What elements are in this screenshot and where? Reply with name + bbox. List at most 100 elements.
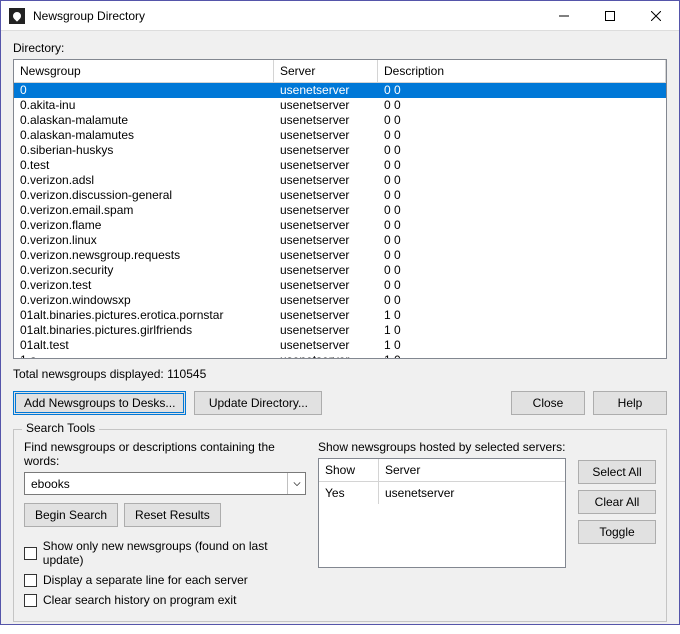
cell-description: 1 0 — [378, 323, 666, 338]
check-new-only[interactable]: Show only new newsgroups (found on last … — [24, 539, 306, 567]
cell-server: usenetserver — [274, 113, 378, 128]
titlebar: Newsgroup Directory — [1, 1, 679, 31]
table-row[interactable]: 1.ausenetserver1 0 — [14, 353, 666, 358]
table-row[interactable]: 0.alaskan-malamuteusenetserver0 0 — [14, 113, 666, 128]
cell-server: usenetserver — [274, 338, 378, 353]
minimize-button[interactable] — [541, 1, 587, 31]
search-tools-group: Search Tools Find newsgroups or descript… — [13, 429, 667, 622]
table-row[interactable]: 0.siberian-huskysusenetserver0 0 — [14, 143, 666, 158]
close-window-button[interactable] — [633, 1, 679, 31]
window-title: Newsgroup Directory — [33, 9, 541, 23]
grid-header: Newsgroup Server Description — [14, 60, 666, 83]
col-server[interactable]: Server — [274, 60, 378, 82]
check-clear-history[interactable]: Clear search history on program exit — [24, 593, 306, 607]
add-newsgroups-button[interactable]: Add Newsgroups to Desks... — [13, 391, 186, 415]
directory-label: Directory: — [13, 41, 667, 55]
status-text: Total newsgroups displayed: 110545 — [13, 367, 667, 381]
cell-newsgroup: 0 — [14, 83, 274, 98]
checkbox-icon[interactable] — [24, 574, 37, 587]
app-icon — [9, 8, 25, 24]
cell-description: 1 0 — [378, 338, 666, 353]
cell-newsgroup: 01alt.binaries.pictures.girlfriends — [14, 323, 274, 338]
window: Newsgroup Directory Directory: Newsgroup… — [0, 0, 680, 625]
cell-server: usenetserver — [274, 203, 378, 218]
cell-newsgroup: 01alt.test — [14, 338, 274, 353]
search-right: Select All Clear All Toggle — [578, 440, 656, 613]
table-row[interactable]: 01alt.binaries.pictures.erotica.pornstar… — [14, 308, 666, 323]
clear-all-button[interactable]: Clear All — [578, 490, 656, 514]
table-row[interactable]: 0.verizon.linuxusenetserver0 0 — [14, 233, 666, 248]
cell-newsgroup: 0.alaskan-malamute — [14, 113, 274, 128]
close-button[interactable]: Close — [511, 391, 585, 415]
window-controls — [541, 1, 679, 31]
table-row[interactable]: 0.akita-inuusenetserver0 0 — [14, 98, 666, 113]
col-description[interactable]: Description — [378, 60, 666, 82]
cell-server: usenetserver — [274, 218, 378, 233]
begin-search-button[interactable]: Begin Search — [24, 503, 118, 527]
cell-newsgroup: 0.siberian-huskys — [14, 143, 274, 158]
update-directory-button[interactable]: Update Directory... — [194, 391, 322, 415]
help-button[interactable]: Help — [593, 391, 667, 415]
search-left: Find newsgroups or descriptions containi… — [24, 440, 306, 613]
toggle-button[interactable]: Toggle — [578, 520, 656, 544]
cell-description: 1 0 — [378, 308, 666, 323]
cell-description: 0 0 — [378, 218, 666, 233]
table-row[interactable]: 01alt.testusenetserver1 0 — [14, 338, 666, 353]
grid-body[interactable]: 0usenetserver0 00.akita-inuusenetserver0… — [14, 83, 666, 358]
col-newsgroup[interactable]: Newsgroup — [14, 60, 274, 82]
table-row[interactable]: 0.verizon.adslusenetserver0 0 — [14, 173, 666, 188]
cell-description: 0 0 — [378, 278, 666, 293]
select-all-button[interactable]: Select All — [578, 460, 656, 484]
col-show[interactable]: Show — [319, 459, 379, 481]
client-area: Directory: Newsgroup Server Description … — [1, 31, 679, 634]
servers-grid-body[interactable]: Yesusenetserver — [319, 482, 565, 504]
maximize-button[interactable] — [587, 1, 633, 31]
col-server2[interactable]: Server — [379, 459, 565, 481]
table-row[interactable]: 0.verizon.discussion-generalusenetserver… — [14, 188, 666, 203]
table-row[interactable]: 0.verizon.windowsxpusenetserver0 0 — [14, 293, 666, 308]
cell-newsgroup: 0.verizon.flame — [14, 218, 274, 233]
chevron-down-icon[interactable] — [287, 473, 305, 494]
search-input[interactable] — [25, 473, 287, 494]
cell-server: usenetserver — [274, 248, 378, 263]
button-row: Add Newsgroups to Desks... Update Direct… — [13, 391, 667, 415]
cell-server: usenetserver — [274, 98, 378, 113]
table-row[interactable]: 0.verizon.securityusenetserver0 0 — [14, 263, 666, 278]
cell-description: 0 0 — [378, 113, 666, 128]
table-row[interactable]: 0.verizon.flameusenetserver0 0 — [14, 218, 666, 233]
check-separate-line-label: Display a separate line for each server — [43, 573, 248, 587]
cell-newsgroup: 0.verizon.email.spam — [14, 203, 274, 218]
table-row[interactable]: 0.verizon.newsgroup.requestsusenetserver… — [14, 248, 666, 263]
check-new-only-label: Show only new newsgroups (found on last … — [43, 539, 306, 567]
server-row[interactable]: Yesusenetserver — [319, 482, 565, 504]
cell-description: 0 0 — [378, 263, 666, 278]
newsgroup-grid[interactable]: Newsgroup Server Description 0usenetserv… — [13, 59, 667, 359]
cell-description: 0 0 — [378, 203, 666, 218]
table-row[interactable]: 0.verizon.email.spamusenetserver0 0 — [14, 203, 666, 218]
servers-grid[interactable]: Show Server Yesusenetserver — [318, 458, 566, 568]
search-combo[interactable] — [24, 472, 306, 495]
cell-newsgroup: 0.alaskan-malamutes — [14, 128, 274, 143]
find-label: Find newsgroups or descriptions containi… — [24, 440, 306, 468]
check-separate-line[interactable]: Display a separate line for each server — [24, 573, 306, 587]
search-mid: Show newsgroups hosted by selected serve… — [318, 440, 566, 613]
cell-newsgroup: 01alt.binaries.pictures.erotica.pornstar — [14, 308, 274, 323]
checkbox-icon[interactable] — [24, 547, 37, 560]
reset-results-button[interactable]: Reset Results — [124, 503, 221, 527]
cell-newsgroup: 0.akita-inu — [14, 98, 274, 113]
cell-server: usenetserver — [274, 188, 378, 203]
search-tools-legend: Search Tools — [22, 421, 99, 435]
cell-server: usenetserver — [274, 83, 378, 98]
table-row[interactable]: 0.alaskan-malamutesusenetserver0 0 — [14, 128, 666, 143]
cell-description: 0 0 — [378, 248, 666, 263]
cell-newsgroup: 0.verizon.newsgroup.requests — [14, 248, 274, 263]
table-row[interactable]: 01alt.binaries.pictures.girlfriendsusene… — [14, 323, 666, 338]
cell-newsgroup: 0.verizon.windowsxp — [14, 293, 274, 308]
cell-description: 0 0 — [378, 293, 666, 308]
table-row[interactable]: 0.verizon.testusenetserver0 0 — [14, 278, 666, 293]
table-row[interactable]: 0usenetserver0 0 — [14, 83, 666, 98]
checkbox-icon[interactable] — [24, 594, 37, 607]
cell-server: usenetserver — [274, 263, 378, 278]
cell-server2: usenetserver — [379, 482, 565, 504]
table-row[interactable]: 0.testusenetserver0 0 — [14, 158, 666, 173]
